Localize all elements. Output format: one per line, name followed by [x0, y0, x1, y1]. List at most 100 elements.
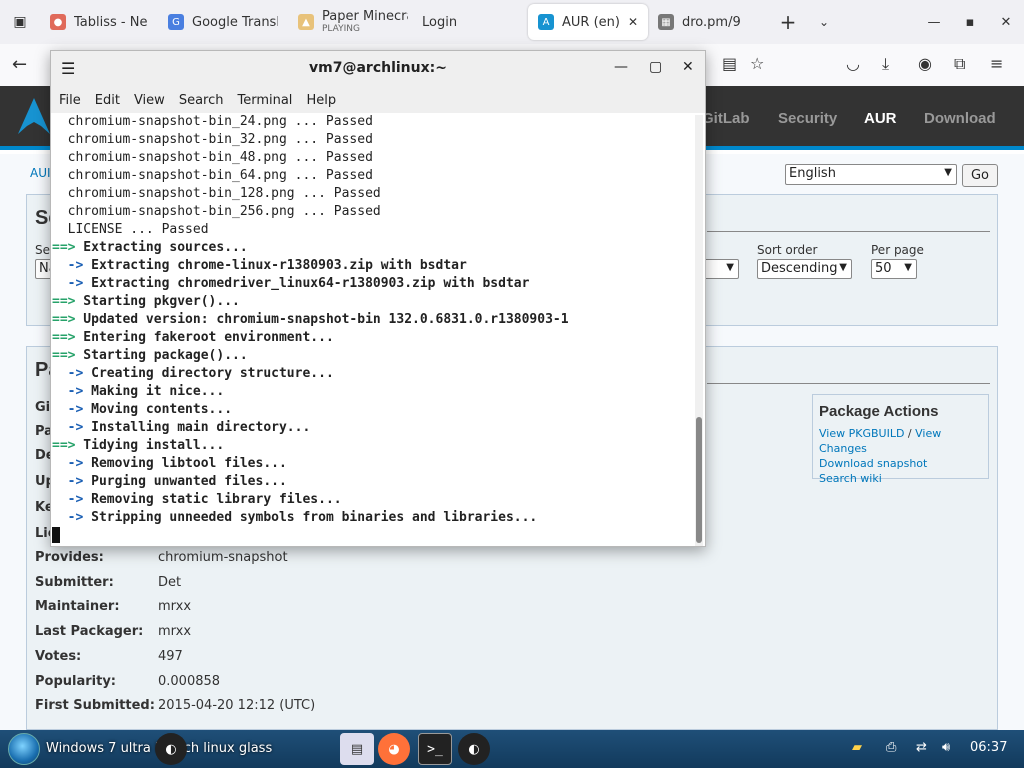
- google-translate-favicon-icon: G: [168, 14, 184, 30]
- terminal-prompt-line[interactable]: [52, 527, 693, 545]
- bookmark-star-icon[interactable]: ☆: [750, 54, 764, 73]
- terminal-prefix-arrow: ->: [52, 456, 84, 471]
- terminal-scrollbar[interactable]: [695, 115, 703, 546]
- terminal-prefix-arrow: ->: [52, 510, 84, 525]
- scrollbar-thumb[interactable]: [696, 417, 702, 543]
- terminal-line: -> Installing main directory...: [52, 419, 693, 437]
- terminal-line: chromium-snapshot-bin_32.png ... Passed: [52, 131, 693, 149]
- terminal-line: -> Extracting chromedriver_linux64-r1380…: [52, 275, 693, 293]
- nav-gitlab[interactable]: GitLab: [702, 110, 750, 127]
- dro-pm-favicon-icon: ▦: [658, 14, 674, 30]
- pocket-icon[interactable]: ◡: [846, 54, 860, 73]
- terminal-prefix-arrow: ==>: [52, 294, 76, 309]
- terminal-line-text: chromium-snapshot-bin_128.png ... Passed: [52, 186, 381, 201]
- maximize-icon[interactable]: ▢: [649, 59, 662, 75]
- terminal-line: -> Making it nice...: [52, 383, 693, 401]
- terminal-titlebar[interactable]: ☰ vm7@archlinux:~ — ▢ ✕: [51, 51, 705, 87]
- arch-logo-icon[interactable]: [14, 96, 54, 136]
- download-snapshot-link[interactable]: Download snapshot: [819, 456, 982, 471]
- go-button[interactable]: Go: [962, 164, 998, 187]
- file-manager-icon[interactable]: ▤: [340, 733, 374, 765]
- menu-search[interactable]: Search: [179, 93, 224, 108]
- chevron-down-icon: ▼: [944, 167, 952, 178]
- close-icon[interactable]: ✕: [682, 59, 694, 75]
- language-value: English: [789, 166, 836, 181]
- menu-view[interactable]: View: [134, 93, 165, 108]
- clock[interactable]: 06:37: [970, 740, 1007, 755]
- terminal-window[interactable]: ☰ vm7@archlinux:~ — ▢ ✕ File Edit View S…: [50, 50, 706, 547]
- tab-paper-minecraft[interactable]: ▲ Paper Minecra PLAYING: [288, 4, 408, 40]
- terminal-line-text: chromium-snapshot-bin_256.png ... Passed: [52, 204, 381, 219]
- terminal-line: chromium-snapshot-bin_256.png ... Passed: [52, 203, 693, 221]
- new-tab-button[interactable]: +: [770, 10, 806, 34]
- per-page-select[interactable]: 50 ▼: [871, 259, 917, 279]
- terminal-prefix-arrow: ==>: [52, 330, 76, 345]
- tab-google-translate[interactable]: G Google Transla: [158, 4, 288, 40]
- chevron-down-icon: ▼: [904, 262, 912, 273]
- close-window-icon[interactable]: ✕: [988, 15, 1024, 30]
- terminal-line: -> Extracting chrome-linux-r1380903.zip …: [52, 257, 693, 275]
- terminal-line: -> Stripping unneeded symbols from binar…: [52, 509, 693, 527]
- sort-order-select[interactable]: Descending ▼: [757, 259, 852, 279]
- paper-minecraft-favicon-icon: ▲: [298, 14, 314, 30]
- account-icon[interactable]: ◉: [918, 54, 932, 73]
- terminal-prefix-arrow: ->: [52, 384, 84, 399]
- printer-icon[interactable]: ⎙: [886, 740, 896, 755]
- minimize-window-icon[interactable]: —: [916, 15, 952, 30]
- tab-aur[interactable]: A AUR (en) - c ✕: [528, 4, 648, 40]
- obs-icon[interactable]: ◐: [458, 733, 490, 765]
- terminal-line: -> Removing libtool files...: [52, 455, 693, 473]
- terminal-line-text: Stripping unneeded symbols from binaries…: [83, 510, 538, 525]
- menu-file[interactable]: File: [59, 93, 81, 108]
- terminal-line-text: Extracting sources...: [75, 240, 248, 255]
- tab-login[interactable]: Login: [408, 4, 528, 40]
- terminal-line-text: Starting pkgver()...: [75, 294, 240, 309]
- chevron-down-icon: ▼: [839, 262, 847, 273]
- nav-download[interactable]: Download: [924, 110, 996, 127]
- terminal-line: -> Removing static library files...: [52, 491, 693, 509]
- terminal-line-text: Moving contents...: [83, 402, 233, 417]
- note-icon[interactable]: ▰: [852, 740, 862, 755]
- menu-help[interactable]: Help: [306, 93, 336, 108]
- terminal-prefix-arrow: ->: [52, 474, 84, 489]
- breadcrumb[interactable]: AUI: [30, 166, 51, 180]
- terminal-line-text: chromium-snapshot-bin_64.png ... Passed: [52, 168, 373, 183]
- menu-edit[interactable]: Edit: [95, 93, 120, 108]
- terminal-title: vm7@archlinux:~: [309, 60, 447, 76]
- terminal-output[interactable]: chromium-snapshot-bin_24.png ... Passed …: [51, 113, 693, 546]
- minimize-icon[interactable]: —: [614, 59, 628, 75]
- view-pkgbuild-link[interactable]: View PKGBUILD: [819, 427, 904, 440]
- close-tab-icon[interactable]: ✕: [628, 15, 638, 29]
- terminal-line-text: Starting package()...: [75, 348, 248, 363]
- maximize-window-icon[interactable]: ▪: [952, 15, 988, 30]
- terminal-prefix-arrow: ==>: [52, 312, 76, 327]
- terminal-line-text: Tidying install...: [75, 438, 225, 453]
- terminal-app-icon[interactable]: >_: [418, 733, 452, 765]
- tab-tabliss[interactable]: ● Tabliss - New T: [40, 4, 158, 40]
- back-arrow-icon[interactable]: ←: [12, 54, 27, 75]
- tab-dro-pm[interactable]: ▦ dro.pm/9: [648, 4, 770, 40]
- volume-icon[interactable]: 🔊︎: [942, 740, 950, 755]
- tab-list-menu-button[interactable]: ⌄: [806, 15, 842, 29]
- terminal-prefix-arrow: ==>: [52, 348, 76, 363]
- terminal-line-text: Removing static library files...: [83, 492, 342, 507]
- terminal-prefix-arrow: ==>: [52, 438, 76, 453]
- network-icon[interactable]: ⇄: [916, 740, 927, 755]
- menu-terminal[interactable]: Terminal: [237, 93, 292, 108]
- nav-aur[interactable]: AUR: [864, 110, 897, 127]
- reader-view-icon[interactable]: ▤: [722, 54, 737, 73]
- search-wiki-link[interactable]: Search wiki: [819, 471, 982, 486]
- start-button[interactable]: [8, 733, 40, 765]
- downloads-icon[interactable]: ⤓: [882, 54, 889, 74]
- hamburger-menu-icon[interactable]: ≡: [990, 54, 1003, 73]
- taskbar: Windows 7 ultra L... rch linux glass ◐ ▤…: [0, 730, 1024, 768]
- extensions-icon[interactable]: ⧉: [954, 54, 965, 74]
- firefox-icon[interactable]: ◕: [378, 733, 410, 765]
- obs-icon[interactable]: ◐: [155, 733, 187, 765]
- nav-security[interactable]: Security: [778, 110, 837, 127]
- language-select[interactable]: English ▼: [785, 164, 957, 185]
- tab-list-icon[interactable]: ▣: [0, 0, 40, 44]
- terminal-line: ==> Entering fakeroot environment...: [52, 329, 693, 347]
- terminal-line-text: Updated version: chromium-snapshot-bin 1…: [75, 312, 569, 327]
- terminal-line: ==> Tidying install...: [52, 437, 693, 455]
